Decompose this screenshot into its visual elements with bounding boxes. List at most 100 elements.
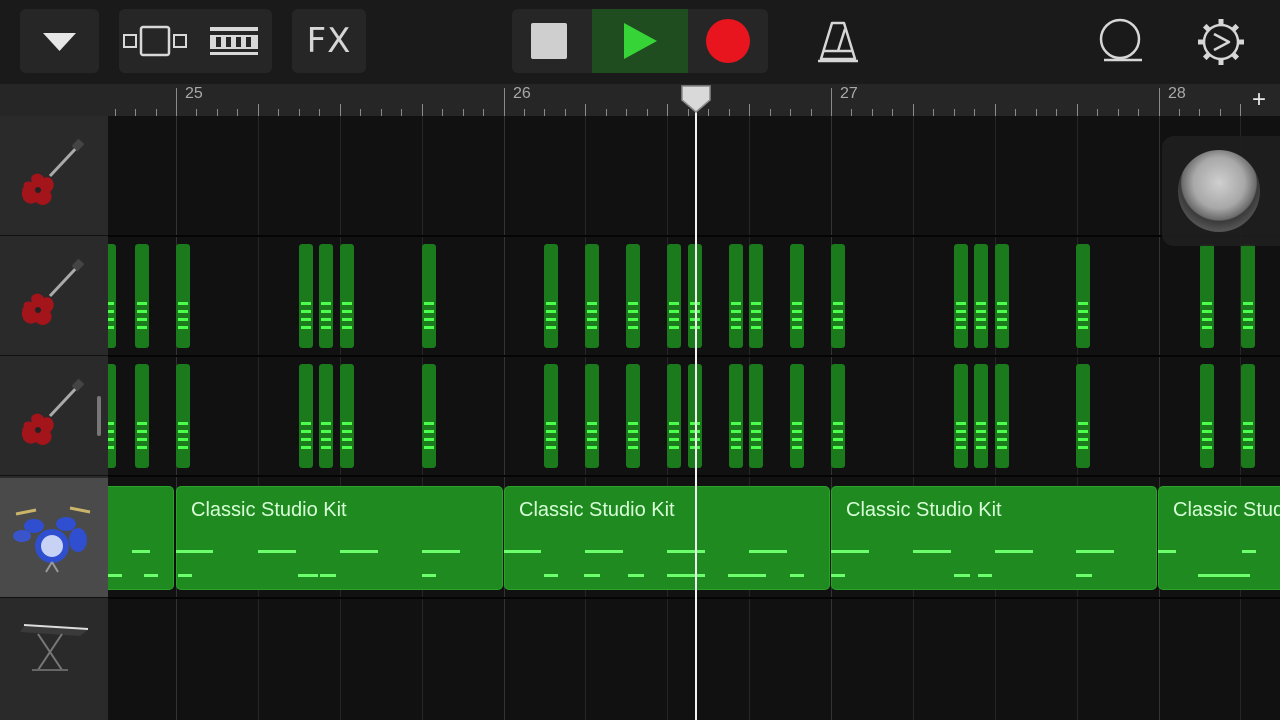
metronome-icon[interactable] [815,19,861,65]
note-line [321,430,331,433]
note-line [108,430,114,433]
note-line [301,302,311,305]
tracks-dropdown-button[interactable] [20,9,99,73]
ruler-tick [216,109,218,116]
note-line [976,302,986,305]
note-block [544,364,558,468]
ruler-tick [667,104,669,116]
note-line [321,302,331,305]
track-lane-keyboard[interactable] [108,598,1280,717]
ruler-tick [912,104,914,116]
ruler-tick [646,109,648,116]
note-block [176,364,190,468]
ruler-tick [790,109,792,116]
note-line [792,326,802,329]
assistive-touch-button[interactable] [1178,150,1260,232]
ruler-tick [1219,109,1221,116]
note-line [1078,310,1088,313]
master-loop-icon[interactable] [1094,16,1146,68]
note-block [585,244,599,348]
track-header-guitar-3[interactable] [0,356,108,476]
note-line [1202,422,1212,425]
ruler-tick [933,109,935,116]
ruler-tick [585,104,587,116]
drum-note-dash [108,574,122,577]
ruler-tick [237,109,239,116]
playhead-handle[interactable] [680,84,712,114]
note-line [997,422,1007,425]
track-header-guitar-2[interactable] [0,236,108,356]
stop-icon[interactable] [512,9,588,73]
record-icon[interactable] [688,9,768,73]
note-line [587,326,597,329]
tracks-dropdown-icon [43,33,76,51]
note-line [628,302,638,305]
note-block [422,244,436,348]
note-line [342,318,352,321]
add-section-button[interactable]: + [1252,88,1266,112]
note-block [340,364,354,468]
note-line [628,438,638,441]
note-line [178,310,188,313]
drum-region-3[interactable]: Classic Studio Kit [831,486,1157,590]
note-line [1078,326,1088,329]
track-header-guitar-1[interactable] [0,116,108,236]
drum-region-1[interactable]: Classic Studio Kit [176,486,503,590]
drum-note-dash [954,574,970,577]
ruler-tick [831,88,832,116]
ruler-tick [953,109,955,116]
ruler-corner [0,84,108,116]
play-button[interactable] [592,9,688,73]
note-line [997,446,1007,449]
note-block [954,244,968,348]
note-block [749,244,763,348]
note-line [1078,438,1088,441]
note-block [585,364,599,468]
note-line [833,422,843,425]
note-line [546,318,556,321]
note-line [956,318,966,321]
note-line [833,326,843,329]
drum-note-dash [628,574,644,577]
note-block [1200,364,1214,468]
note-line [976,318,986,321]
note-line [997,438,1007,441]
note-line [1202,302,1212,305]
track-resize-handle[interactable] [97,396,101,436]
note-line [178,446,188,449]
drum-note-dash [422,550,460,553]
note-line [1202,318,1212,321]
loop-browser-icon[interactable] [119,9,195,73]
note-line [751,430,761,433]
note-line [108,310,114,313]
note-line [1243,446,1253,449]
ruler-tick [339,104,341,116]
track-header-keyboard[interactable] [0,598,108,717]
track-header-drums[interactable] [0,478,108,598]
note-line [751,310,761,313]
drum-note-dash [667,550,705,553]
bar-number-27: 27 [840,85,858,102]
ruler-tick [605,109,607,116]
note-line [792,430,802,433]
drum-note-dash [340,550,378,553]
note-block [108,244,116,348]
ruler-tick [1117,109,1119,116]
note-block [995,244,1009,348]
tracks-area[interactable]: Classic Studio Kit Classic Studio Kit Cl… [108,116,1280,720]
mixer-icon[interactable] [196,9,272,73]
note-line [301,430,311,433]
note-block [667,364,681,468]
note-line [731,302,741,305]
track-lane-guitar-1[interactable] [108,116,1280,237]
note-line [1078,430,1088,433]
note-line [956,430,966,433]
ruler-tick [196,109,198,116]
fx-button[interactable]: FX [292,9,366,73]
ruler-tick [728,109,730,116]
drum-note-dash [728,574,766,577]
ruler-tick [135,109,137,116]
settings-gear-icon[interactable] [1195,16,1247,68]
drum-note-dash [176,550,213,553]
note-line [108,318,114,321]
